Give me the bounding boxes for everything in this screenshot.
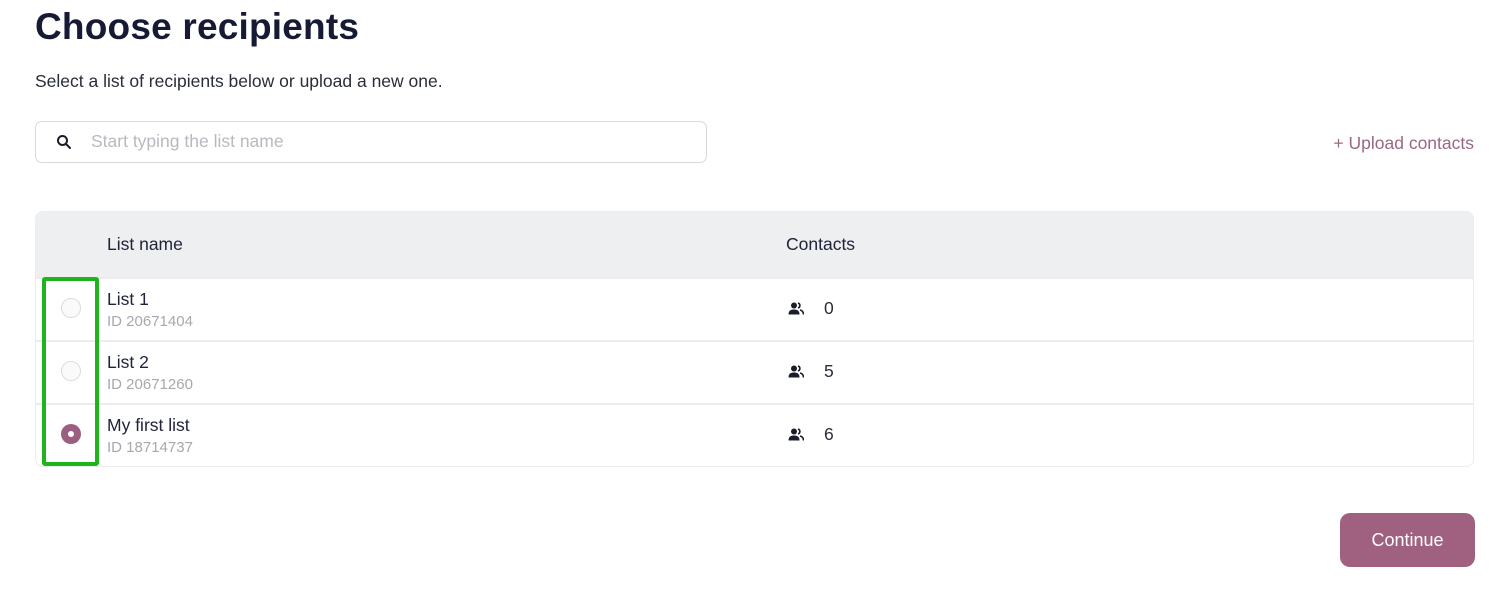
recipients-table: List name Contacts List 1 ID 20671404 0 … — [35, 211, 1474, 467]
search-input[interactable] — [91, 122, 691, 161]
list-name: List 2 — [107, 352, 149, 372]
search-icon — [57, 135, 71, 149]
table-row[interactable]: List 2 ID 20671260 5 — [36, 340, 1473, 403]
list-id: ID 20671404 — [107, 313, 193, 330]
list-id: ID 20671260 — [107, 376, 193, 393]
row-radio-selected[interactable] — [61, 424, 81, 444]
list-name: List 1 — [107, 289, 149, 309]
column-header-list-name: List name — [107, 234, 183, 254]
row-radio[interactable] — [61, 298, 81, 318]
list-name: My first list — [107, 415, 190, 435]
people-icon — [788, 302, 804, 315]
contacts-count: 0 — [824, 298, 834, 318]
page-subtitle: Select a list of recipients below or upl… — [35, 71, 443, 91]
list-id: ID 18714737 — [107, 439, 193, 456]
people-icon — [788, 428, 804, 441]
search-field[interactable] — [35, 121, 707, 163]
column-header-contacts: Contacts — [786, 234, 856, 254]
continue-button[interactable]: Continue — [1340, 513, 1475, 567]
row-radio[interactable] — [61, 361, 81, 381]
page-title: Choose recipients — [35, 6, 360, 47]
table-header: List name Contacts — [36, 212, 1473, 277]
table-row[interactable]: List 1 ID 20671404 0 — [36, 277, 1473, 340]
people-icon — [788, 365, 804, 378]
contacts-count: 5 — [824, 361, 834, 381]
table-row[interactable]: My first list ID 18714737 6 — [36, 403, 1473, 466]
upload-contacts-link[interactable]: + Upload contacts — [1333, 133, 1474, 154]
contacts-count: 6 — [824, 424, 834, 444]
